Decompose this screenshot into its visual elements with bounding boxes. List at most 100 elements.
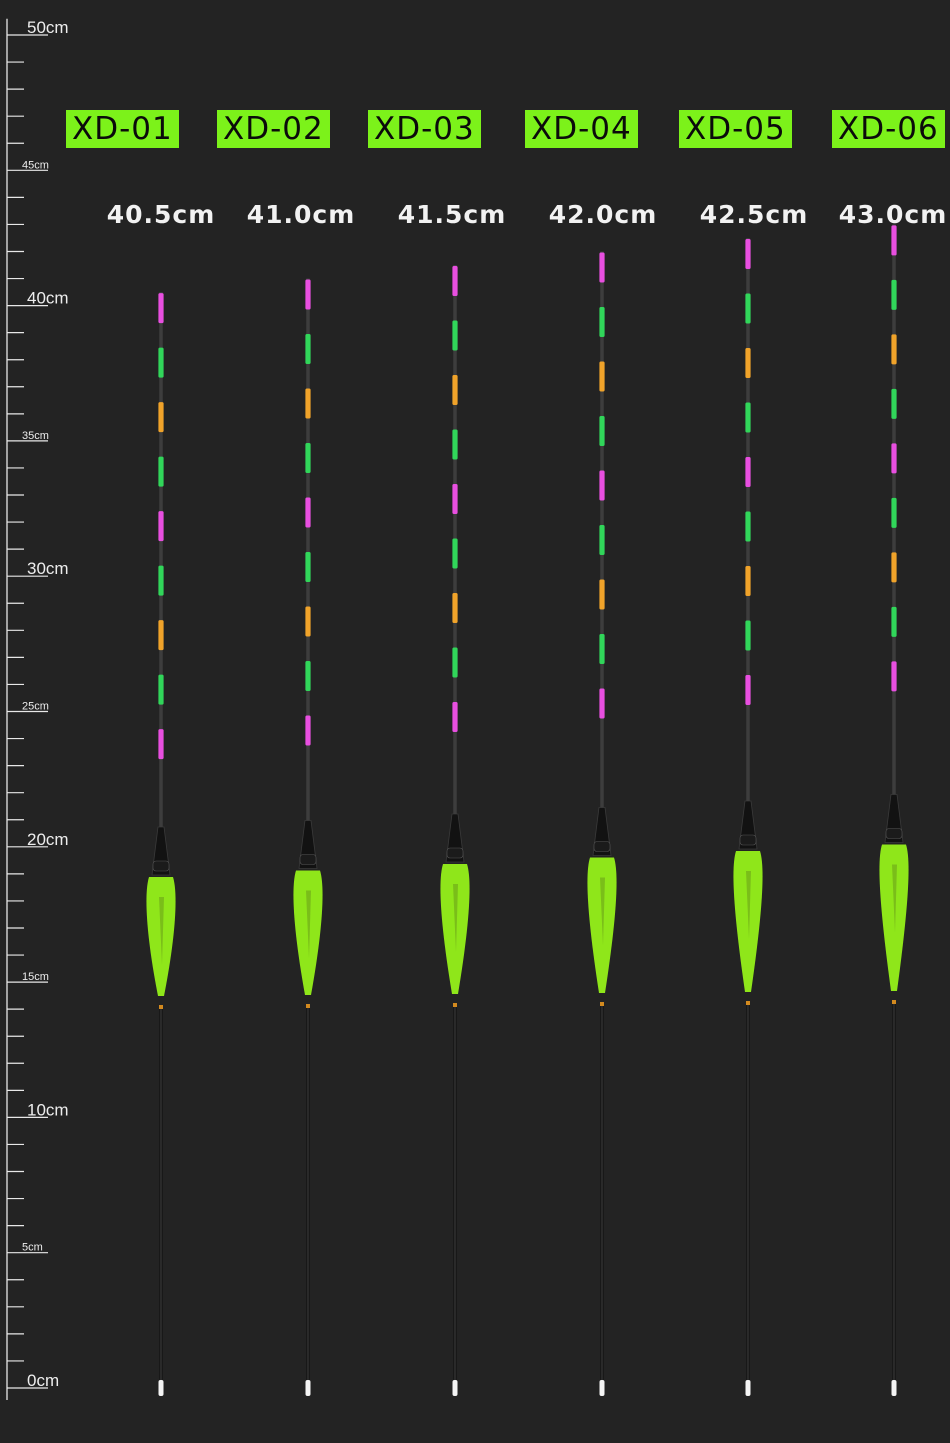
float xyxy=(587,251,617,1396)
stem-collar xyxy=(453,1003,457,1007)
stem-end-cap xyxy=(452,1380,458,1396)
stem-collar xyxy=(159,1005,163,1009)
float xyxy=(146,292,176,1396)
stem-end-cap xyxy=(599,1380,605,1396)
antenna-segment-green xyxy=(891,497,897,528)
length-label: 41.5cm xyxy=(397,200,507,229)
antenna-segment-pink xyxy=(745,674,751,705)
ruler-label: 5cm xyxy=(22,1242,43,1254)
float xyxy=(293,278,323,1396)
antenna-segment-green xyxy=(745,620,751,651)
antenna-segment-pink xyxy=(452,484,458,515)
length-label: 43.0cm xyxy=(838,200,948,229)
float xyxy=(733,237,763,1396)
antenna-segment-orange xyxy=(158,620,164,651)
antenna-segment-green xyxy=(452,429,458,460)
antenna-segment-green xyxy=(599,524,605,555)
length-label: 42.5cm xyxy=(699,200,809,229)
antenna-segment-orange xyxy=(305,388,311,419)
antenna-segment-green xyxy=(891,279,897,310)
antenna-segment-pink xyxy=(158,729,164,760)
antenna-segment-pink xyxy=(158,511,164,542)
antenna-segment-orange xyxy=(599,361,605,392)
antenna-segment-pink xyxy=(305,715,311,746)
antenna-segment-pink xyxy=(452,266,458,297)
antenna-segment-orange xyxy=(452,593,458,624)
antenna-segment-pink xyxy=(891,443,897,474)
model-label: XD-05 xyxy=(679,110,792,148)
model-label: XD-04 xyxy=(525,110,638,148)
antenna-segment-green xyxy=(158,347,164,378)
antenna-segment-green xyxy=(305,443,311,474)
neck-collar xyxy=(152,860,170,872)
antenna-segment-green xyxy=(305,334,311,365)
antenna-segment-green xyxy=(745,402,751,433)
ruler-label: 20cm xyxy=(27,830,69,849)
ruler-label: 15cm xyxy=(22,971,49,983)
antenna-segment-pink xyxy=(599,688,605,719)
antenna-segment-orange xyxy=(599,579,605,610)
antenna-segment-pink xyxy=(599,470,605,501)
neck-collar xyxy=(299,854,317,865)
antenna-segment-green xyxy=(745,511,751,542)
antenna-segment-green xyxy=(891,606,897,637)
stem-end-cap xyxy=(305,1380,311,1396)
antenna-segment-orange xyxy=(305,606,311,637)
length-label: 40.5cm xyxy=(106,200,216,229)
stem-collar xyxy=(600,1002,604,1006)
antenna-segment-green xyxy=(599,633,605,664)
antenna-segment-pink xyxy=(745,456,751,487)
neck-collar xyxy=(885,828,903,839)
ruler-label: 10cm xyxy=(27,1100,69,1119)
antenna-segment-green xyxy=(305,552,311,583)
stem-collar xyxy=(892,1000,896,1004)
model-label: XD-02 xyxy=(217,110,330,148)
neck-collar xyxy=(739,834,757,846)
neck-collar xyxy=(593,841,611,852)
antenna-segment-green xyxy=(891,388,897,419)
antenna-segment-pink xyxy=(452,702,458,733)
ruler-label: 40cm xyxy=(27,289,69,308)
antenna-segment-green xyxy=(745,293,751,324)
ruler-label: 30cm xyxy=(27,559,69,578)
antenna-segment-green xyxy=(599,306,605,337)
stem-end-cap xyxy=(158,1380,164,1396)
antenna-segment-orange xyxy=(452,375,458,406)
antenna-segment-green xyxy=(452,320,458,351)
antenna-segment-green xyxy=(158,456,164,487)
antenna-segment-pink xyxy=(305,279,311,310)
antenna-segment-green xyxy=(158,674,164,705)
antenna-segment-orange xyxy=(158,402,164,433)
antenna-segment-pink xyxy=(158,293,164,324)
length-label: 41.0cm xyxy=(246,200,356,229)
ruler-label: 25cm xyxy=(22,701,49,713)
stem-collar xyxy=(746,1001,750,1005)
antenna-segment-pink xyxy=(305,497,311,528)
float xyxy=(440,265,470,1396)
antenna-segment-pink xyxy=(891,661,897,692)
antenna-segment-pink xyxy=(599,252,605,283)
neck-collar xyxy=(446,847,464,859)
stem-end-cap xyxy=(745,1380,751,1396)
length-label: 42.0cm xyxy=(548,200,658,229)
model-label: XD-06 xyxy=(832,110,945,148)
antenna-segment-green xyxy=(158,565,164,596)
float xyxy=(879,224,909,1396)
model-label: XD-03 xyxy=(368,110,481,148)
antenna-segment-green xyxy=(452,647,458,678)
floats xyxy=(146,224,909,1396)
antenna-segment-green xyxy=(599,415,605,446)
antenna-segment-orange xyxy=(745,347,751,378)
stem-collar xyxy=(306,1004,310,1008)
antenna-segment-pink xyxy=(891,225,897,256)
ruler-label: 35cm xyxy=(22,430,49,442)
antenna-segment-green xyxy=(452,538,458,569)
antenna-segment-orange xyxy=(891,552,897,583)
stem-end-cap xyxy=(891,1380,897,1396)
ruler-label: 0cm xyxy=(27,1371,59,1390)
ruler-label: 50cm xyxy=(27,18,69,37)
model-label: XD-01 xyxy=(66,110,179,148)
ruler-label: 45cm xyxy=(22,159,49,171)
antenna-segment-orange xyxy=(745,565,751,596)
antenna-segment-orange xyxy=(891,334,897,365)
